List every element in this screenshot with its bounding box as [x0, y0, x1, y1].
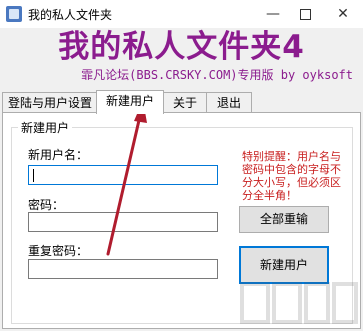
create-user-button[interactable]: 新建用户	[239, 246, 329, 284]
notice-text: 特别提醒：用户名与密码中包含的字母不分大小写，但必须区分全半角！	[242, 150, 341, 202]
window-title: 我的私人文件夹	[28, 8, 113, 22]
app-banner-subtitle: 霏凡论坛(BBS.CRSKY.COM)专用版 by oyksoft	[81, 68, 353, 82]
tab-about[interactable]: 关于	[162, 92, 208, 113]
username-field[interactable]	[28, 165, 218, 185]
maximize-icon	[299, 8, 311, 20]
app-icon	[6, 6, 22, 22]
username-label: 新用户名：	[28, 148, 89, 162]
tab-login-settings[interactable]: 登陆与用户设置	[2, 92, 98, 113]
tab-strip: 登陆与用户设置 新建用户 关于 退出	[2, 90, 361, 114]
app-banner-title: 我的私人文件夹4	[58, 29, 305, 65]
confirm-password-field[interactable]	[28, 259, 218, 279]
password-label: 密码：	[28, 198, 65, 212]
group-title: 新建用户	[18, 119, 73, 136]
close-button[interactable]: ✕	[326, 0, 360, 28]
watermark-shape	[240, 282, 270, 324]
watermark-shape	[272, 282, 302, 324]
tab-new-user[interactable]: 新建用户	[96, 90, 164, 114]
text-caret	[33, 169, 34, 182]
title-bar: 我的私人文件夹 — ✕	[0, 0, 363, 28]
tab-exit[interactable]: 退出	[206, 92, 252, 113]
watermark-logo	[240, 282, 358, 324]
reset-all-button[interactable]: 全部重输	[239, 206, 329, 233]
watermark-shape	[304, 282, 330, 324]
watermark-shape	[332, 282, 358, 324]
confirm-password-label: 重复密码：	[28, 244, 89, 258]
password-field[interactable]	[28, 212, 218, 232]
maximize-button[interactable]	[288, 0, 322, 28]
minimize-button[interactable]: —	[256, 0, 290, 28]
app-window: 我的私人文件夹 — ✕ 我的私人文件夹4 霏凡论坛(BBS.CRSKY.COM)…	[0, 0, 363, 331]
